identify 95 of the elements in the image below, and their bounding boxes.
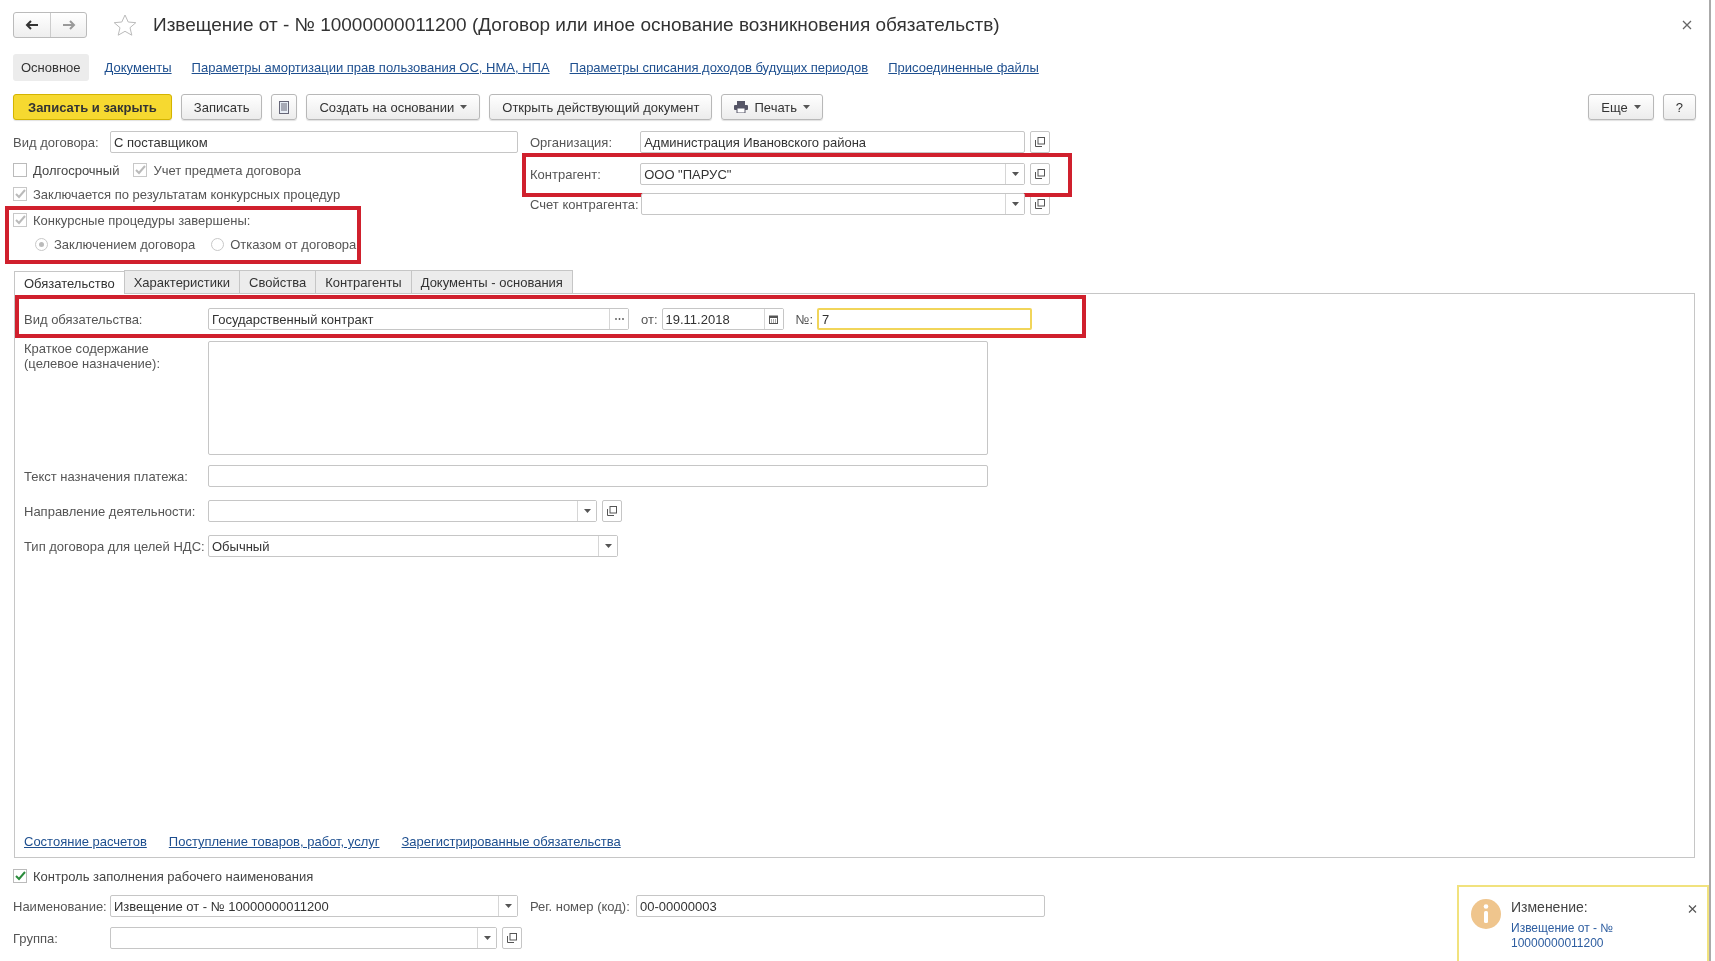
payment-text-field[interactable]: [208, 465, 988, 487]
checkbox-label: Учет предмета договора: [153, 162, 301, 178]
menu-button[interactable]: Создать на основании: [306, 94, 481, 120]
menu-button[interactable]: Еще: [1588, 94, 1654, 120]
dropdown-button[interactable]: [1005, 164, 1025, 184]
dropdown-arrow-icon: [504, 904, 512, 908]
dropdown-arrow-icon: [460, 105, 468, 109]
field-label: Организация:: [530, 134, 614, 150]
field-label: Группа:: [13, 930, 59, 946]
star-icon[interactable]: [113, 13, 137, 37]
field-label: Контрагент:: [530, 166, 602, 182]
reg-number-field[interactable]: 00-00000003: [636, 895, 1045, 917]
field-label: Счет контрагента:: [530, 196, 637, 212]
close-icon[interactable]: [1682, 20, 1692, 30]
field-label: Вид обязательства:: [24, 311, 144, 327]
field-label: Краткое содержание (целевое назначение):: [24, 341, 162, 373]
dropdown-button[interactable]: [1005, 194, 1025, 214]
organization-field[interactable]: Администрация Ивановского района: [640, 131, 1026, 153]
save-close-button[interactable]: Записать и закрыть: [13, 94, 172, 120]
form-tab[interactable]: Присоединенные файлы: [888, 53, 1039, 81]
checkbox-label: Заключается по результатам конкурсных процедур: [33, 186, 341, 202]
tab[interactable]: Контрагенты: [315, 270, 412, 293]
window-title: Извещение от - № 10000000011200 (Договор или иное основание возникновения обязательств): [153, 14, 1001, 36]
open-button[interactable]: [1030, 163, 1050, 185]
field-label: №:: [795, 311, 814, 327]
dropdown-arrow-icon: [803, 105, 811, 109]
account-field[interactable]: [641, 193, 1026, 215]
checkbox-label: Контроль заполнения рабочего наименования: [33, 868, 314, 884]
field-label: Направление деятельности:: [24, 503, 197, 519]
tab[interactable]: Документы - основания: [410, 270, 573, 293]
radio-label: Отказом от договора: [230, 236, 357, 252]
calendar-icon: [769, 314, 778, 324]
open-window-icon: [1035, 199, 1046, 209]
open-window-icon: [1035, 169, 1046, 179]
form-tab[interactable]: Параметры списания доходов будущих периодов: [569, 53, 869, 81]
printer-icon: [734, 101, 749, 113]
field-label: Текст назначения платежа:: [24, 468, 189, 484]
vat-type-field[interactable]: Обычный: [208, 535, 618, 557]
radio-label: Заключением договора: [54, 236, 196, 252]
group-field[interactable]: [110, 927, 497, 949]
checkbox-label: Конкурсные процедуры завершены:: [33, 212, 251, 228]
form-tab[interactable]: Документы: [104, 53, 172, 81]
dropdown-arrow-icon: [1011, 172, 1019, 176]
print-button[interactable]: Печать: [721, 94, 824, 120]
dropdown-button[interactable]: [477, 928, 496, 948]
document-list-icon: [279, 100, 290, 114]
number-field[interactable]: 7: [817, 308, 1033, 330]
open-window-icon: [1035, 137, 1046, 147]
forward-arrow-icon: [61, 20, 76, 30]
dropdown-button[interactable]: [598, 536, 617, 556]
activity-field[interactable]: [208, 500, 597, 522]
calendar-button[interactable]: [763, 309, 783, 329]
field-label: от:: [641, 311, 658, 327]
open-button[interactable]: [502, 927, 522, 949]
link[interactable]: Поступление товаров, работ, услуг: [168, 834, 380, 849]
notification-link[interactable]: Извещение от - № 10000000011200: [1511, 921, 1631, 951]
link[interactable]: Состояние расчетов: [24, 834, 147, 849]
field-label: Тип договора для целей НДС:: [24, 538, 204, 554]
dropdown-arrow-icon: [1633, 105, 1641, 109]
toolbar-button[interactable]: Открыть действующий документ: [489, 94, 713, 120]
tab[interactable]: Обязательство: [14, 271, 125, 294]
field-label: Рег. номер (код):: [530, 898, 631, 914]
toolbar-button[interactable]: [271, 94, 298, 120]
link[interactable]: Зарегистрированные обязательства: [401, 834, 621, 849]
choose-button[interactable]: [609, 309, 628, 329]
tab[interactable]: Характеристики: [123, 270, 241, 293]
dropdown-arrow-icon: [1011, 202, 1019, 206]
counterparty-field[interactable]: ООО "ПАРУС": [640, 163, 1026, 185]
field-label: Наименование:: [13, 898, 106, 914]
dropdown-button[interactable]: [498, 896, 517, 916]
back-arrow-icon: [25, 20, 39, 30]
dropdown-arrow-icon: [483, 936, 491, 940]
open-window-icon: [507, 933, 517, 943]
checkbox[interactable]: [13, 163, 27, 177]
info-icon: [1471, 899, 1501, 929]
close-icon[interactable]: [1688, 903, 1697, 915]
obligation-type-field[interactable]: Государственный контракт: [208, 308, 629, 330]
notification-title: Изменение:: [1511, 899, 1589, 915]
checkbox[interactable]: [13, 869, 27, 883]
dropdown-arrow-icon: [604, 544, 612, 548]
open-button[interactable]: [602, 500, 622, 522]
field-label: Вид договора:: [13, 134, 100, 150]
open-button[interactable]: [1030, 131, 1050, 153]
date-field[interactable]: 19.11.2018: [661, 308, 784, 330]
form-tab[interactable]: Основное: [13, 53, 89, 81]
open-window-icon: [607, 506, 617, 516]
name-field[interactable]: Извещение от - № 10000000011200: [110, 895, 518, 917]
tab[interactable]: Свойства: [239, 270, 317, 293]
dropdown-arrow-icon: [583, 509, 591, 513]
dropdown-button[interactable]: [577, 501, 596, 521]
form-tab[interactable]: Параметры амортизации прав пользования ОС, НМА, НПА: [191, 53, 550, 81]
toolbar-button[interactable]: Записать: [180, 94, 263, 120]
toolbar-button[interactable]: ?: [1662, 94, 1696, 120]
contract-type-field[interactable]: С поставщиком: [110, 131, 518, 153]
checkbox-label: Долгосрочный: [33, 162, 120, 178]
